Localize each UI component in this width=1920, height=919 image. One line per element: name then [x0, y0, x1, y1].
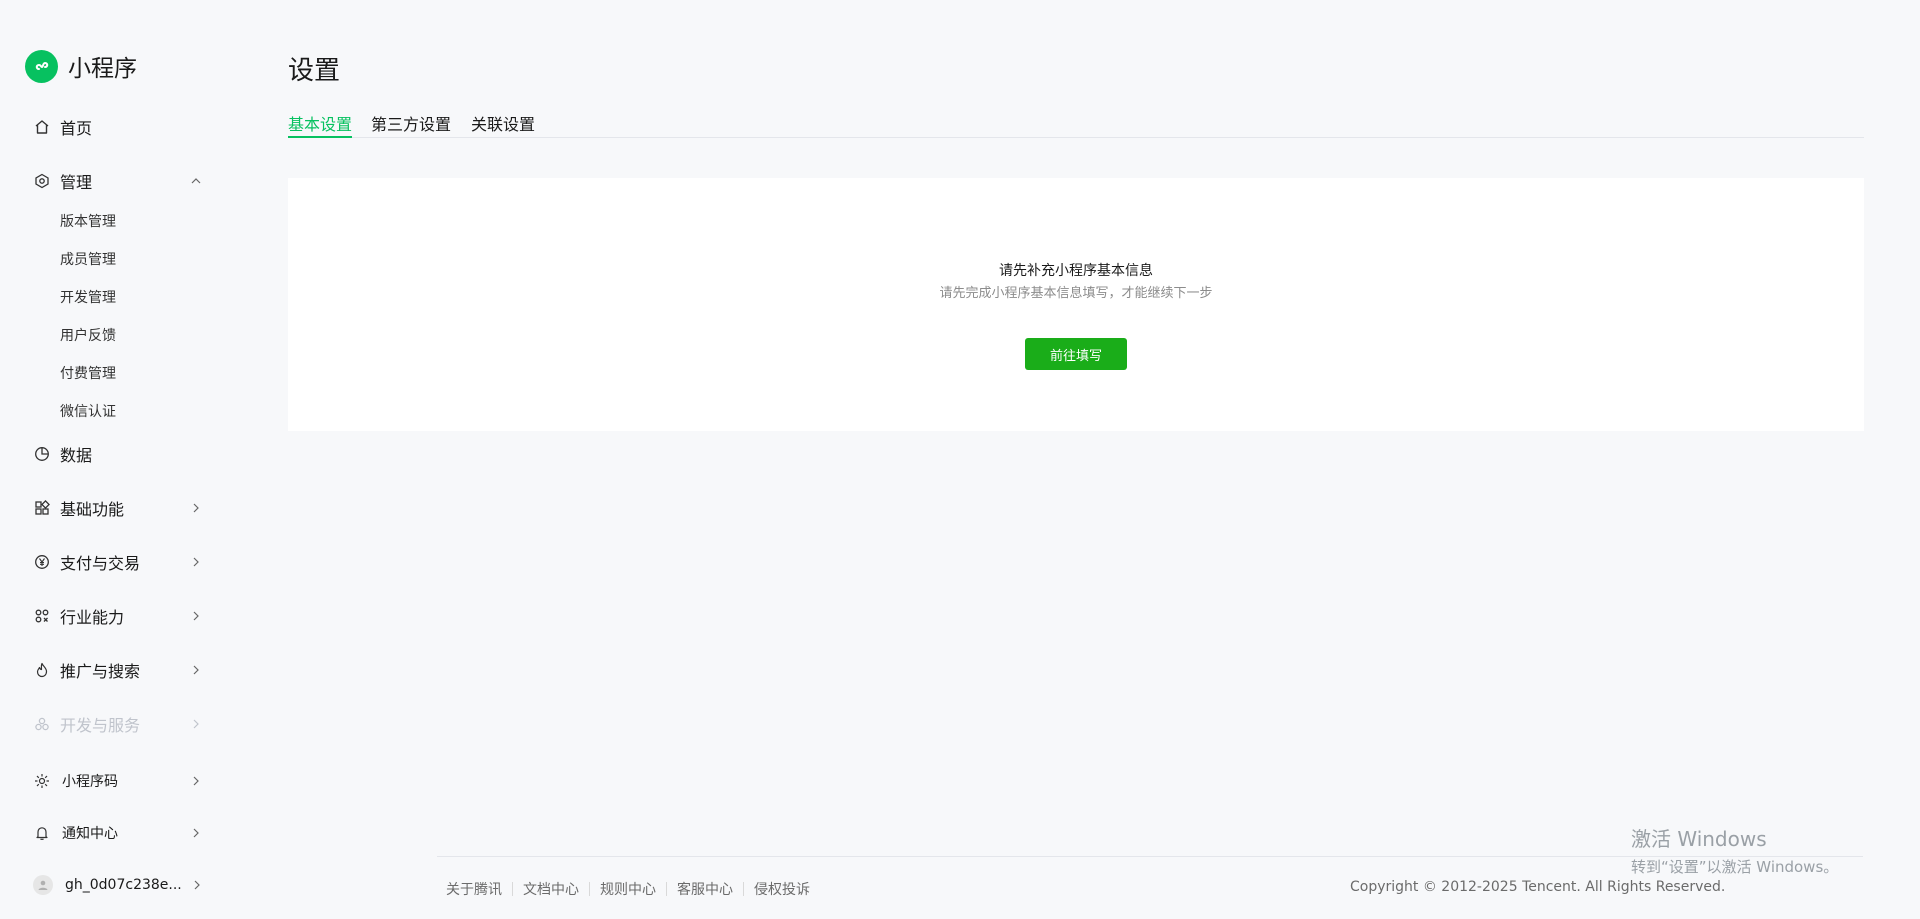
empty-state-description: 请先完成小程序基本信息填写，才能继续下一步	[939, 286, 1213, 301]
chevron-right-icon	[189, 663, 203, 677]
sidebar-item-label: 首页	[60, 119, 93, 138]
watermark-subtitle: 转到“设置”以激活 Windows。	[1631, 858, 1839, 876]
sidebar-item-label: 支付与交易	[60, 554, 141, 573]
empty-state-title: 请先补充小程序基本信息	[999, 263, 1153, 279]
hexagon-settings-icon	[33, 172, 51, 190]
chevron-right-icon	[189, 826, 203, 840]
chevron-right-icon	[189, 717, 203, 731]
sidebar-item-data[interactable]: 数据	[33, 439, 203, 469]
tab-basic-settings[interactable]: 基本设置	[288, 111, 353, 138]
footer-link-support[interactable]: 客服中心	[677, 879, 733, 899]
sidebar-item-industry[interactable]: 行业能力	[33, 601, 203, 631]
footer-separator	[666, 882, 667, 896]
sidebar-item-label: 开发与服务	[60, 716, 141, 735]
sidebar-item-label: 基础功能	[60, 500, 125, 519]
yen-circle-icon	[33, 553, 51, 571]
qrcode-sun-icon	[33, 772, 51, 790]
chevron-right-icon	[189, 501, 203, 515]
footer-link-rules[interactable]: 规则中心	[600, 879, 656, 899]
sidebar: 小程序 首页 管理 版本管理 成员管理 开发管理 用户反馈 付费管理 微信认证 …	[0, 0, 230, 919]
chevron-right-icon	[189, 774, 203, 788]
miniprogram-logo-icon	[25, 49, 58, 83]
home-icon	[33, 118, 51, 136]
sidebar-item-basic[interactable]: 基础功能	[33, 493, 203, 523]
sidebar-item-promotion[interactable]: 推广与搜索	[33, 655, 203, 685]
sidebar-item-manage[interactable]: 管理	[33, 166, 203, 196]
sidebar-item-home[interactable]: 首页	[33, 112, 203, 142]
sidebar-item-label: 数据	[60, 446, 93, 465]
avatar	[33, 875, 53, 895]
account-name: gh_0d07c238e...	[65, 877, 182, 893]
bell-icon	[33, 824, 51, 842]
tab-linked-settings[interactable]: 关联设置	[471, 111, 535, 138]
pie-chart-icon	[33, 445, 51, 463]
chevron-right-icon	[189, 609, 203, 623]
empty-state-card: 请先补充小程序基本信息 请先完成小程序基本信息填写，才能继续下一步 前往填写	[288, 178, 1864, 431]
settings-tabs: 基本设置 第三方设置 关联设置	[288, 108, 1864, 138]
account-menu[interactable]: gh_0d07c238e...	[33, 872, 203, 898]
service-icon	[33, 715, 51, 733]
tab-third-party-settings[interactable]: 第三方设置	[371, 111, 451, 138]
sidebar-subitem-feedback[interactable]: 用户反馈	[60, 326, 116, 346]
flame-icon	[33, 661, 51, 679]
footer-separator	[743, 882, 744, 896]
sidebar-subitem-dev[interactable]: 开发管理	[60, 288, 116, 308]
chevron-right-icon	[189, 555, 203, 569]
grid-icon	[33, 499, 51, 517]
sidebar-item-devservice: 开发与服务	[33, 709, 203, 739]
app-name: 小程序	[68, 56, 137, 82]
footer-link-about[interactable]: 关于腾讯	[446, 879, 502, 899]
sidebar-item-label: 通知中心	[62, 826, 118, 842]
windows-activation-watermark: 激活 Windows 转到“设置”以激活 Windows。	[1631, 823, 1838, 877]
page-title: 设置	[288, 56, 341, 86]
footer-link-docs[interactable]: 文档中心	[523, 879, 579, 899]
sidebar-item-label: 行业能力	[60, 608, 125, 627]
sidebar-item-notify[interactable]: 通知中心	[33, 818, 203, 848]
sidebar-item-label: 小程序码	[62, 774, 118, 790]
sidebar-item-label: 管理	[60, 173, 93, 192]
go-fill-button[interactable]: 前往填写	[1025, 338, 1127, 370]
sidebar-subitem-members[interactable]: 成员管理	[60, 250, 116, 270]
footer-separator	[589, 882, 590, 896]
chevron-up-icon[interactable]	[189, 174, 203, 188]
watermark-title: 激活 Windows	[1631, 827, 1767, 851]
app-logo[interactable]: 小程序	[25, 49, 137, 83]
footer-links: 关于腾讯 文档中心 规则中心 客服中心 侵权投诉	[446, 879, 810, 899]
copyright-text: Copyright © 2012-2025 Tencent. All Right…	[1350, 879, 1726, 895]
sidebar-item-payment[interactable]: 支付与交易	[33, 547, 203, 577]
footer-link-complaint[interactable]: 侵权投诉	[754, 879, 810, 899]
industry-icon	[33, 607, 51, 625]
footer-separator	[512, 882, 513, 896]
sidebar-item-qrcode[interactable]: 小程序码	[33, 766, 203, 796]
sidebar-item-label: 推广与搜索	[60, 662, 141, 681]
sidebar-subitem-verify[interactable]: 微信认证	[60, 402, 116, 422]
sidebar-subitem-version[interactable]: 版本管理	[60, 212, 116, 232]
chevron-right-icon	[191, 876, 203, 895]
sidebar-subitem-paid[interactable]: 付费管理	[60, 364, 116, 384]
